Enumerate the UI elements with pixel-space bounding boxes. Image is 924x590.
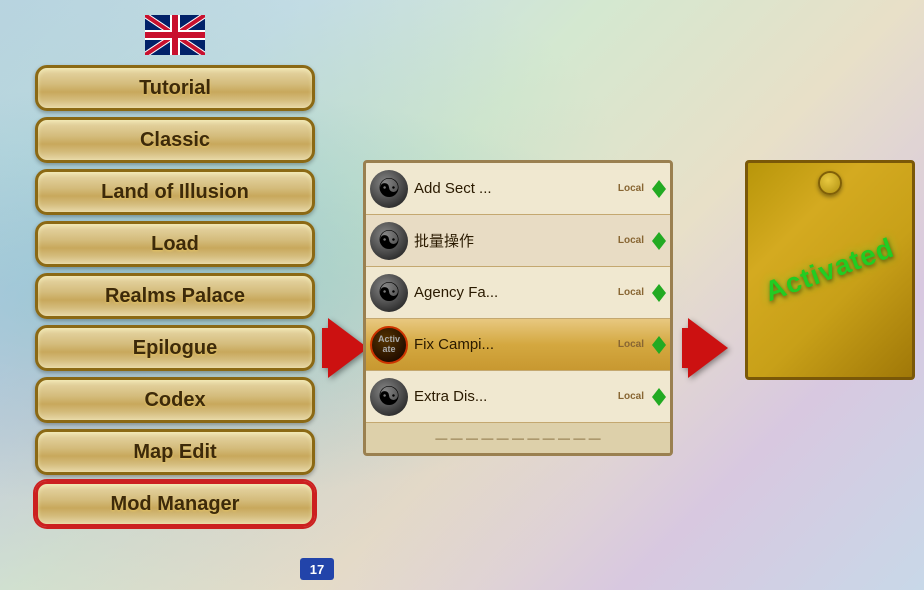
panel-footer: — — — — — — — — — — — [366, 423, 670, 453]
menu-btn-land-of-illusion[interactable]: Land of Illusion [35, 169, 315, 215]
arrow-down-fix-campi[interactable] [652, 345, 666, 354]
menu-btn-tutorial[interactable]: Tutorial [35, 65, 315, 111]
mod-name-extra-dis: Extra Dis... [414, 388, 612, 405]
mod-arrows-extra-dis[interactable] [652, 388, 666, 406]
arrow-down-extra-dis[interactable] [652, 397, 666, 406]
language-flag[interactable] [145, 15, 205, 55]
mod-name-bulk-ops: 批量操作 [414, 230, 612, 251]
mod-arrows-add-sect[interactable] [652, 180, 666, 198]
left-menu: Tutorial Classic Land of Illusion Load R… [20, 15, 330, 527]
mod-arrows-agency-fa[interactable] [652, 284, 666, 302]
menu-btn-realms-palace[interactable]: Realms Palace [35, 273, 315, 319]
mod-name-agency-fa: Agency Fa... [414, 284, 612, 301]
activated-text: Activated [761, 232, 899, 308]
mod-local-fix-campi: Local [618, 339, 644, 350]
mod-icon-extra-dis: ☯ [370, 378, 408, 416]
arrow-up-extra-dis[interactable] [652, 388, 666, 397]
mod-icon-fix-campi: Activate [370, 326, 408, 364]
mod-row-add-sect[interactable]: ☯ Add Sect ... Local [366, 163, 670, 215]
menu-btn-load[interactable]: Load [35, 221, 315, 267]
arrow-up-fix-campi[interactable] [652, 336, 666, 345]
mod-local-extra-dis: Local [618, 391, 644, 402]
mod-icon-add-sect: ☯ [370, 170, 408, 208]
mod-name-fix-campi: Fix Campi... [414, 336, 612, 353]
arrow-up-agency-fa[interactable] [652, 284, 666, 293]
version-badge: 17 [300, 558, 334, 580]
arrow-up-add-sect[interactable] [652, 180, 666, 189]
arrow-down-agency-fa[interactable] [652, 293, 666, 302]
mod-local-bulk-ops: Local [618, 235, 644, 246]
mod-row-agency-fa[interactable]: ☯ Agency Fa... Local [366, 267, 670, 319]
mod-row-fix-campi[interactable]: Activate Fix Campi... Local [366, 319, 670, 371]
menu-btn-mod-manager[interactable]: Mod Manager [35, 481, 315, 527]
mod-local-agency-fa: Local [618, 287, 644, 298]
arrow-down-add-sect[interactable] [652, 189, 666, 198]
mod-local-add-sect: Local [618, 183, 644, 194]
mod-icon-bulk-ops: ☯ [370, 222, 408, 260]
mod-arrows-fix-campi[interactable] [652, 336, 666, 354]
mod-list-panel: ☯ Add Sect ... Local ☯ 批量操作 Local ☯ Agen… [363, 160, 673, 456]
menu-btn-epilogue[interactable]: Epilogue [35, 325, 315, 371]
arrow-up-bulk-ops[interactable] [652, 232, 666, 241]
menu-btn-classic[interactable]: Classic [35, 117, 315, 163]
mod-arrows-bulk-ops[interactable] [652, 232, 666, 250]
mod-name-add-sect: Add Sect ... [414, 180, 612, 197]
menu-btn-codex[interactable]: Codex [35, 377, 315, 423]
menu-btn-map-edit[interactable]: Map Edit [35, 429, 315, 475]
mod-row-extra-dis[interactable]: ☯ Extra Dis... Local [366, 371, 670, 423]
activated-panel: Activated [745, 160, 915, 380]
mod-row-bulk-ops[interactable]: ☯ 批量操作 Local [366, 215, 670, 267]
mod-icon-agency-fa: ☯ [370, 274, 408, 312]
arrow-down-bulk-ops[interactable] [652, 241, 666, 250]
